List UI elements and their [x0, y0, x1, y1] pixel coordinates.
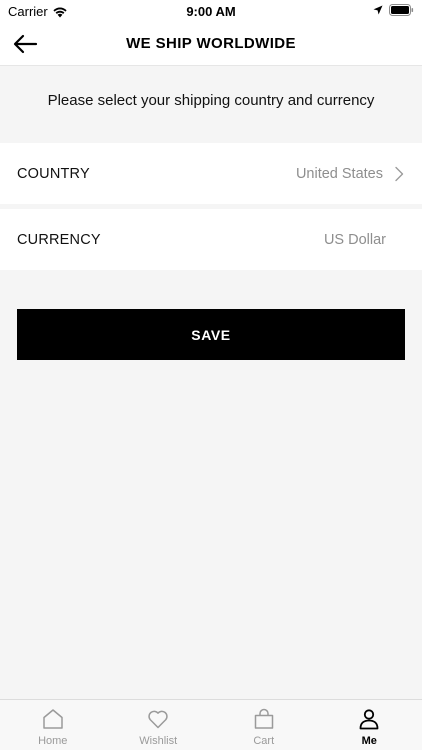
- currency-label: CURRENCY: [17, 231, 101, 248]
- person-icon: [359, 709, 379, 730]
- tab-wishlist[interactable]: Wishlist: [106, 700, 212, 750]
- shipping-prompt: Please select your shipping country and …: [47, 92, 375, 109]
- tab-home-label: Home: [38, 735, 68, 747]
- status-right: [373, 4, 414, 16]
- save-button[interactable]: SAVE: [17, 309, 405, 360]
- tab-home[interactable]: Home: [0, 700, 106, 750]
- chevron-right-icon: [395, 166, 404, 181]
- heart-icon: [148, 710, 168, 729]
- country-label: COUNTRY: [17, 165, 90, 182]
- tab-me[interactable]: Me: [317, 700, 422, 750]
- currency-value: US Dollar: [323, 231, 386, 248]
- tab-cart[interactable]: Cart: [211, 700, 317, 750]
- bag-icon: [254, 708, 273, 729]
- country-selector[interactable]: COUNTRY United States: [0, 143, 422, 204]
- status-time: 9:00 AM: [186, 4, 236, 19]
- country-value: United States: [295, 165, 383, 182]
- status-bar: Carrier 9:00 AM: [0, 0, 422, 22]
- tab-bar: Home Wishlist Cart Me: [0, 699, 422, 750]
- location-arrow-icon: [373, 5, 383, 15]
- page-title: WE SHIP WORLDWIDE: [126, 35, 296, 52]
- battery-icon: [389, 4, 414, 16]
- home-icon: [43, 709, 63, 729]
- tab-wishlist-label: Wishlist: [139, 735, 178, 747]
- tab-me-label: Me: [361, 735, 377, 747]
- nav-bar: WE SHIP WORLDWIDE: [0, 22, 422, 66]
- tab-cart-label: Cart: [253, 735, 275, 747]
- currency-selector[interactable]: CURRENCY US Dollar: [0, 209, 422, 270]
